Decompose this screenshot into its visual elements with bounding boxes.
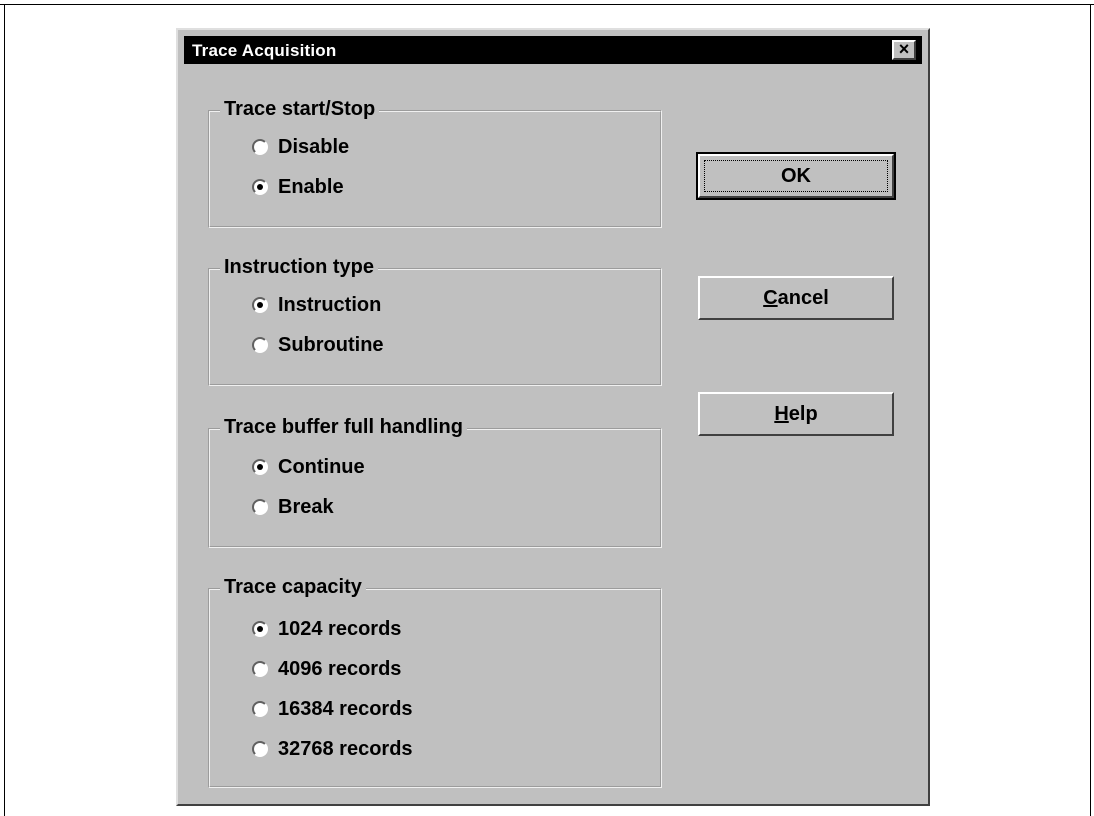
radio-button[interactable] [252,661,268,677]
page-frame-left [4,4,5,816]
radio-label: Disable [278,135,350,158]
help-button-label: elp [788,403,818,425]
cancel-mnemonic: C [763,287,778,309]
radio-label: Enable [278,175,344,198]
radio-button[interactable] [252,337,268,353]
group-trace-capacity: Trace capacity 1024 records 4096 records… [208,576,662,788]
radio-button[interactable] [252,139,268,155]
radio-instruction[interactable]: Instruction [252,292,381,318]
radio-button[interactable] [252,621,268,637]
help-button[interactable]: Help [698,392,894,436]
radio-continue[interactable]: Continue [252,454,365,480]
group-trace-start-stop: Trace start/Stop Disable Enable [208,98,662,228]
radio-disable[interactable]: Disable [252,134,349,160]
radio-break[interactable]: Break [252,494,334,520]
radio-1024-records[interactable]: 1024 records [252,616,401,642]
close-icon[interactable]: × [892,40,916,60]
title-bar[interactable]: Trace Acquisition × [184,36,922,64]
group-label: Trace start/Stop [220,98,380,121]
radio-16384-records[interactable]: 16384 records [252,696,413,722]
focus-rect [704,160,888,192]
radio-enable[interactable]: Enable [252,174,344,200]
ok-button[interactable]: OK [696,152,896,200]
group-label: Trace capacity [220,576,366,599]
radio-button[interactable] [252,297,268,313]
radio-button[interactable] [252,179,268,195]
cancel-button-label: ancel [777,287,829,309]
radio-button[interactable] [252,499,268,515]
radio-32768-records[interactable]: 32768 records [252,736,413,762]
group-label: Trace buffer full handling [220,416,467,439]
group-trace-buffer-full-handling: Trace buffer full handling Continue Brea… [208,416,662,548]
radio-label: Continue [278,455,365,478]
radio-4096-records[interactable]: 4096 records [252,656,401,682]
radio-label: 4096 records [278,657,402,680]
page-frame-right [1090,4,1091,816]
cancel-button[interactable]: Cancel [698,276,894,320]
radio-button[interactable] [252,741,268,757]
radio-label: 32768 records [278,737,413,760]
page-frame-top [0,4,1094,5]
dialog-title: Trace Acquisition [192,41,337,60]
trace-acquisition-dialog: Trace Acquisition × Trace start/Stop Dis… [176,28,930,806]
radio-label: Instruction [278,293,382,316]
radio-button[interactable] [252,701,268,717]
radio-label: 16384 records [278,697,413,720]
radio-label: Break [278,495,334,518]
group-label: Instruction type [220,256,379,279]
radio-label: 1024 records [278,617,402,640]
help-mnemonic: H [774,403,789,425]
radio-subroutine[interactable]: Subroutine [252,332,384,358]
radio-button[interactable] [252,459,268,475]
group-instruction-type: Instruction type Instruction Subroutine [208,256,662,386]
radio-label: Subroutine [278,333,384,356]
